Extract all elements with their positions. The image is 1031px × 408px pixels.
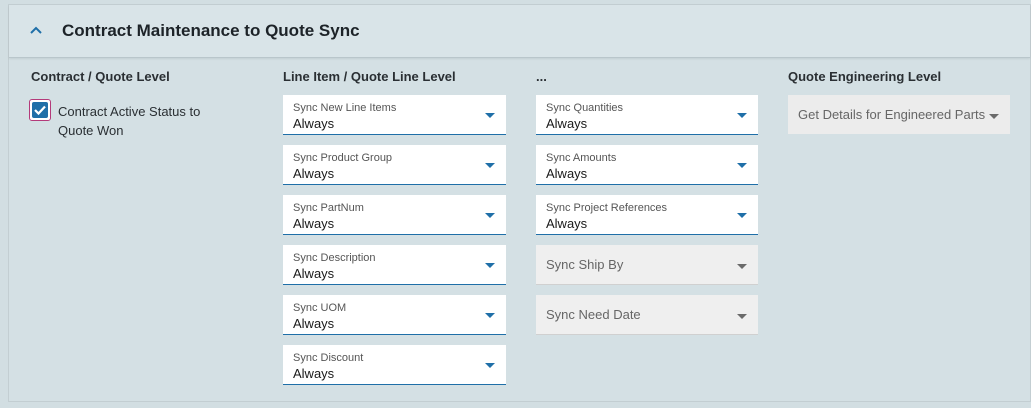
- section-title: Contract Maintenance to Quote Sync: [62, 21, 360, 40]
- sync-ship-by-dropdown[interactable]: Sync Ship By: [536, 245, 758, 285]
- contract-active-label: Contract Active Status to Quote Won: [58, 104, 201, 138]
- sync-description-dropdown[interactable]: Sync Description Always: [283, 245, 506, 285]
- sync-partnum-dropdown[interactable]: Sync PartNum Always: [283, 195, 506, 235]
- dropdown-placeholder: Get Details for Engineered Parts: [798, 107, 986, 122]
- caret-down-icon: [485, 163, 495, 168]
- caret-down-icon: [737, 113, 747, 118]
- dropdown-label: Sync Amounts: [546, 152, 617, 164]
- caret-down-icon: [485, 113, 495, 118]
- contract-active-checkbox[interactable]: [29, 99, 51, 121]
- sync-product-group-dropdown[interactable]: Sync Product Group Always: [283, 145, 506, 185]
- caret-down-icon: [989, 114, 999, 119]
- sync-project-references-dropdown[interactable]: Sync Project References Always: [536, 195, 758, 235]
- dropdown-label: Sync Quantities: [546, 102, 624, 114]
- dropdown-value: Always: [293, 366, 335, 381]
- sync-quantities-dropdown[interactable]: Sync Quantities Always: [536, 95, 758, 135]
- caret-down-icon: [485, 213, 495, 218]
- column-header-engineering: Quote Engineering Level: [788, 69, 942, 84]
- contract-quote-sync-panel: Contract Maintenance to Quote Sync Contr…: [8, 4, 1031, 402]
- dropdown-value: Always: [293, 116, 335, 131]
- column-header-more: ...: [536, 69, 547, 84]
- dropdown-label: Sync PartNum: [293, 202, 364, 214]
- dropdown-placeholder: Sync Need Date: [546, 307, 641, 322]
- section-header[interactable]: Contract Maintenance to Quote Sync: [9, 5, 1030, 58]
- caret-down-icon: [485, 313, 495, 318]
- dropdown-value: Always: [546, 216, 588, 231]
- caret-down-icon: [485, 363, 495, 368]
- sync-uom-dropdown[interactable]: Sync UOM Always: [283, 295, 506, 335]
- dropdown-label: Sync Description: [293, 252, 376, 264]
- dropdown-value: Always: [546, 116, 588, 131]
- dropdown-value: Always: [293, 216, 335, 231]
- caret-down-icon: [737, 163, 747, 168]
- sync-need-date-dropdown[interactable]: Sync Need Date: [536, 295, 758, 335]
- caret-down-icon: [485, 263, 495, 268]
- dropdown-label: Sync Project References: [546, 202, 668, 214]
- checkmark-icon: [34, 105, 46, 116]
- column-header-contract: Contract / Quote Level: [31, 69, 170, 84]
- checkbox-fill: [32, 102, 48, 118]
- dropdown-value: Always: [293, 166, 335, 181]
- caret-down-icon: [737, 264, 747, 269]
- caret-down-icon: [737, 314, 747, 319]
- sync-new-line-items-dropdown[interactable]: Sync New Line Items Always: [283, 95, 506, 135]
- column-header-line-item: Line Item / Quote Line Level: [283, 69, 456, 84]
- chevron-up-icon[interactable]: [28, 23, 44, 39]
- dropdown-label: Sync Product Group: [293, 152, 393, 164]
- dropdown-value: Always: [293, 316, 335, 331]
- dropdown-placeholder: Sync Ship By: [546, 257, 624, 272]
- dropdown-label: Sync New Line Items: [293, 102, 397, 114]
- dropdown-label: Sync Discount: [293, 352, 364, 364]
- sync-amounts-dropdown[interactable]: Sync Amounts Always: [536, 145, 758, 185]
- dropdown-label: Sync UOM: [293, 302, 347, 314]
- dropdown-value: Always: [293, 266, 335, 281]
- caret-down-icon: [737, 213, 747, 218]
- engineered-parts-dropdown[interactable]: Get Details for Engineered Parts: [788, 95, 1010, 134]
- dropdown-value: Always: [546, 166, 588, 181]
- sync-discount-dropdown[interactable]: Sync Discount Always: [283, 345, 506, 385]
